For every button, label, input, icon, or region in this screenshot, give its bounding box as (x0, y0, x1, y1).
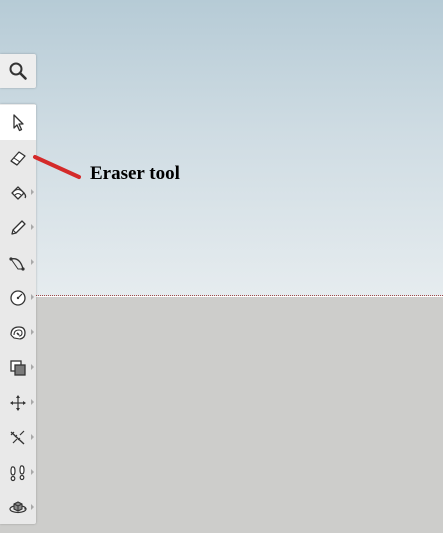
callout-label: Eraser tool (90, 163, 180, 184)
callout-arrow (33, 155, 81, 179)
